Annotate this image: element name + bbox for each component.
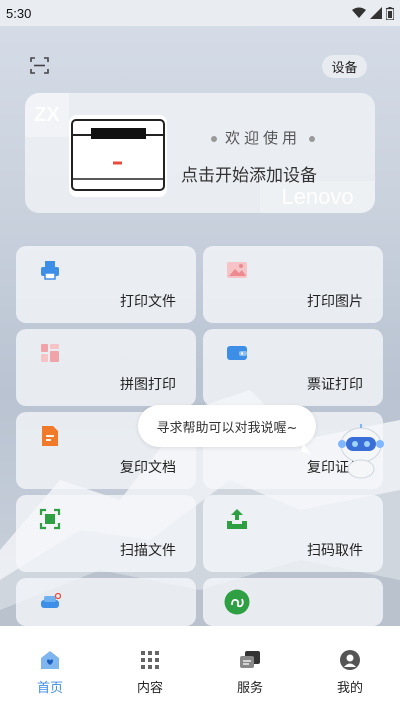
collage-icon (41, 344, 59, 362)
welcome-text: 欢迎使用 (193, 127, 333, 148)
status-time: 5:30 (6, 5, 32, 21)
home-icon (41, 651, 59, 669)
feature-label: 打印文件 (120, 294, 176, 310)
tab-home[interactable]: 首页 (0, 626, 100, 713)
profile-icon (340, 650, 360, 670)
sofa-printer-icon (41, 592, 61, 608)
feature-label: 扫描文件 (120, 543, 176, 559)
document-icon (42, 426, 58, 446)
feature-label: 复印文档 (120, 460, 176, 476)
feature-scan-file[interactable]: 扫描文件 (16, 495, 196, 572)
tab-label: 内容 (136, 681, 163, 696)
robot-assistant-icon[interactable] (334, 423, 388, 479)
feature-label: 扫码取件 (307, 543, 363, 559)
signal-icon (370, 7, 382, 19)
status-bar: 5:30 (0, 0, 400, 26)
tab-label: 我的 (336, 681, 363, 696)
add-device-text: 点击开始添加设备 (181, 166, 317, 186)
image-icon (227, 262, 247, 278)
add-device-banner[interactable]: ZX Lenovo 欢迎使用 点击开始添加设备 (25, 93, 375, 213)
feature-print-image[interactable]: 打印图片 (203, 246, 383, 323)
printer-icon (41, 261, 59, 280)
grid-dots-icon (141, 651, 159, 669)
feature-label: 打印图片 (307, 294, 363, 310)
feature-collage-print[interactable]: 拼图打印 (16, 329, 196, 406)
tab-service[interactable]: 服务 (200, 626, 300, 713)
feature-print-file[interactable]: 打印文件 (16, 246, 196, 323)
mini-program-icon (224, 589, 250, 615)
scan-icon (39, 508, 61, 530)
tab-mine[interactable]: 我的 (300, 626, 400, 713)
wifi-icon (352, 7, 366, 18)
battery-icon (386, 6, 394, 20)
tab-content[interactable]: 内容 (100, 626, 200, 713)
tab-label: 首页 (36, 681, 63, 696)
device-button[interactable]: 设备 (322, 55, 367, 78)
feature-card-10[interactable] (203, 578, 383, 626)
watermark-logo-left: ZX (25, 93, 69, 137)
feature-label: 票证打印 (307, 377, 363, 393)
bottom-tab-bar: 首页 内容 服务 我的 (0, 626, 400, 713)
feature-ticket-print[interactable]: 票证打印 (203, 329, 383, 406)
scan-button-icon[interactable] (30, 57, 49, 74)
upload-tray-icon (227, 509, 247, 529)
feature-scan-pickup[interactable]: 扫码取件 (203, 495, 383, 572)
feature-label: 拼图打印 (120, 377, 176, 393)
printer-illustration (69, 115, 167, 197)
wallet-icon (227, 346, 247, 360)
assistant-bubble[interactable]: 寻求帮助可以对我说喔~ (138, 405, 316, 447)
tab-label: 服务 (236, 681, 263, 696)
chat-icon (240, 651, 260, 668)
feature-card-9[interactable] (16, 578, 196, 626)
